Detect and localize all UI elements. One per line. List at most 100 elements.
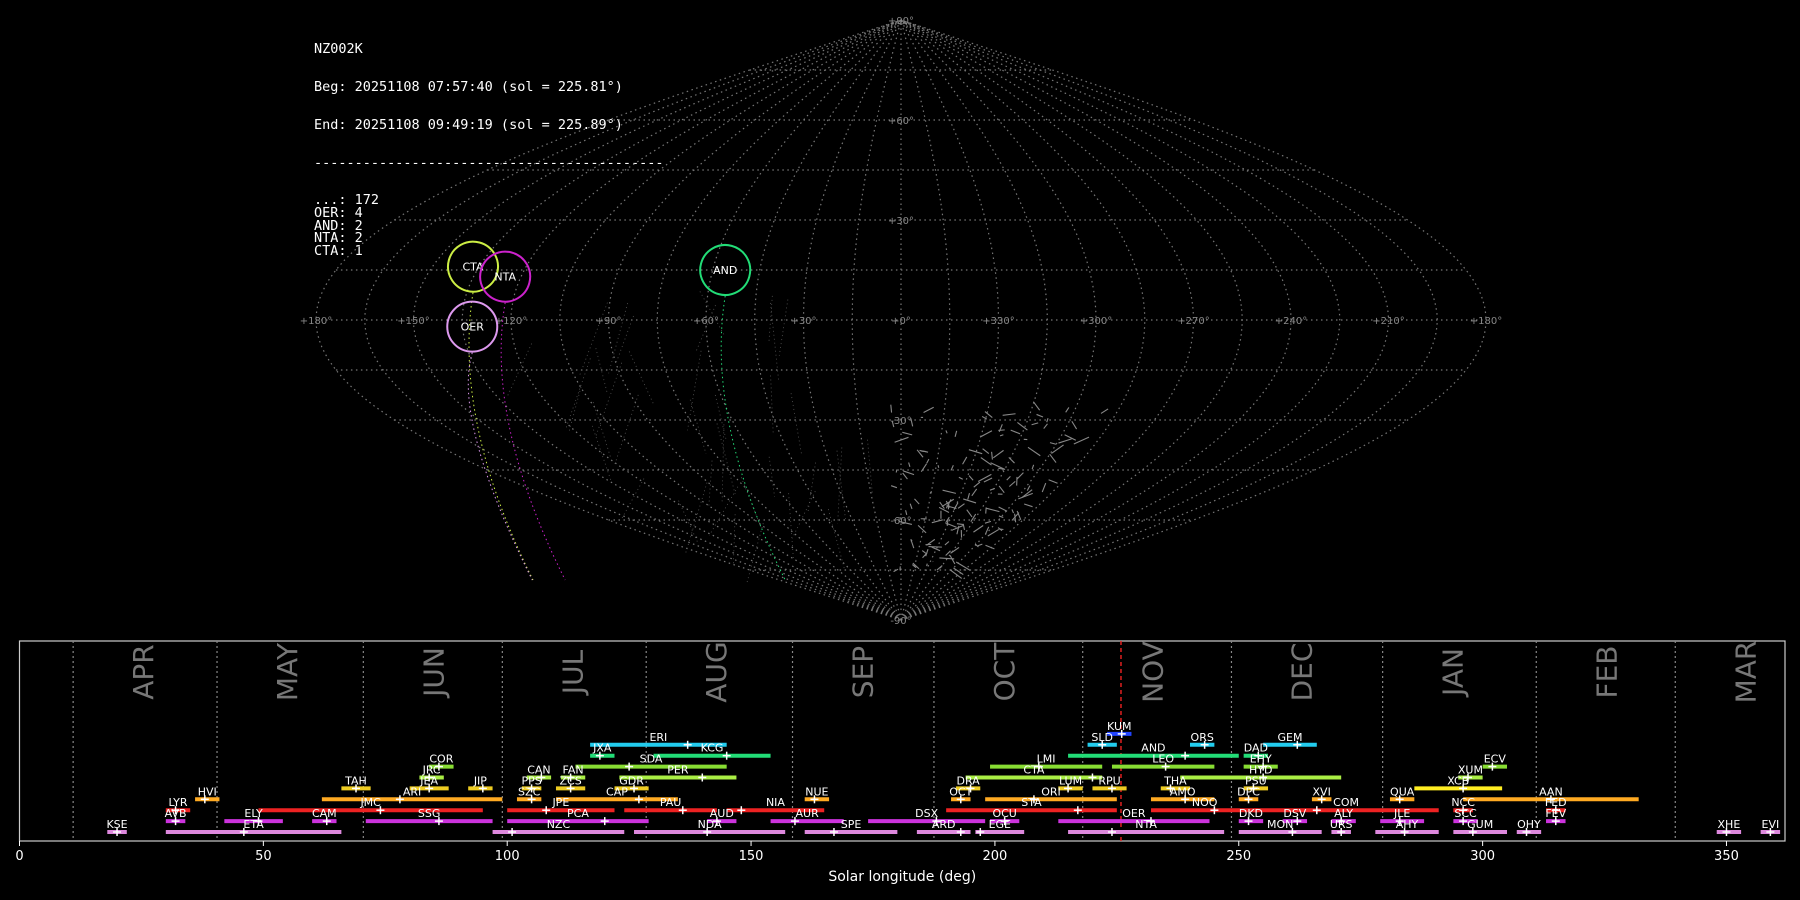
meteor-track bbox=[931, 546, 941, 552]
meteor-track bbox=[1049, 453, 1057, 463]
radiant-trail bbox=[720, 295, 786, 581]
shower-cap: CAP bbox=[555, 785, 678, 804]
meteor-track-projection bbox=[836, 450, 846, 520]
shower-leo: LEO bbox=[1111, 753, 1215, 771]
month-label: SEP bbox=[847, 646, 880, 698]
shower-label: ERI bbox=[649, 731, 667, 744]
shower-label: CAM bbox=[312, 807, 337, 820]
meteor-track-projection bbox=[595, 348, 608, 394]
lat-tick-label: +60° bbox=[888, 116, 914, 127]
sky-map: +180° +150° +120° +90° +60° +30° +0° +330° +300°… bbox=[300, 16, 1502, 627]
meteor-track bbox=[917, 524, 927, 534]
shower-label: PAU bbox=[660, 796, 682, 809]
meteor-track bbox=[1006, 475, 1011, 481]
meteor-track bbox=[1017, 421, 1028, 431]
meteor-track-projection bbox=[684, 482, 708, 556]
shower-label: NDA bbox=[698, 818, 723, 831]
month-label: FEB bbox=[1590, 645, 1623, 698]
meteor-track bbox=[973, 525, 984, 533]
shower-label: AND bbox=[1141, 742, 1165, 755]
shower-label: ECV bbox=[1484, 753, 1507, 766]
meteor-track bbox=[983, 477, 993, 483]
shower-tha: THA bbox=[1160, 774, 1190, 793]
meteor-track-projection bbox=[827, 509, 845, 569]
shower-sld: SLD bbox=[1087, 731, 1117, 749]
shower-label: ORS bbox=[1191, 731, 1214, 744]
shower-label: TAH bbox=[344, 774, 367, 787]
meteor-track bbox=[926, 458, 930, 464]
meteor-track bbox=[1027, 446, 1041, 457]
meteor-track-projection bbox=[579, 302, 608, 377]
month-label: DEC bbox=[1285, 643, 1318, 702]
shower-label: KSE bbox=[106, 818, 127, 831]
shower-dpc: DPC bbox=[1237, 785, 1260, 804]
shower-label: ELY bbox=[244, 807, 263, 820]
shower-ehy: EHY bbox=[1243, 753, 1278, 771]
shower-ors: ORS bbox=[1189, 731, 1215, 749]
radiant-label: AND bbox=[713, 264, 737, 277]
shower-label: EVI bbox=[1762, 818, 1780, 831]
meteor-track bbox=[921, 550, 928, 555]
meteor-track bbox=[903, 470, 915, 476]
shower-urs: URS bbox=[1330, 818, 1353, 836]
shower-label: XUM bbox=[1458, 764, 1483, 777]
radiant-cta: CTA bbox=[446, 240, 534, 581]
meteor-track bbox=[920, 463, 928, 473]
month-label: AUG bbox=[700, 641, 733, 702]
shower-spe: SPE bbox=[804, 818, 898, 836]
meteor-track bbox=[999, 528, 1004, 531]
shower-label: LMI bbox=[1037, 753, 1056, 766]
shower-label: SZC bbox=[518, 785, 541, 798]
lon-tick-label: +150° bbox=[397, 316, 429, 327]
shower-amo: AMO bbox=[1150, 785, 1215, 804]
shower-ori: ORI bbox=[985, 785, 1117, 804]
shower-fev: FEV bbox=[1545, 807, 1567, 826]
shower-evi: EVI bbox=[1760, 818, 1781, 836]
shower-xcb: XCB bbox=[1414, 774, 1503, 793]
meteor-track-projection bbox=[770, 375, 774, 435]
shower-kcg: KCG bbox=[653, 742, 771, 760]
meteor-track bbox=[914, 498, 920, 505]
meteor-track-projection bbox=[568, 387, 582, 434]
meteor-track bbox=[956, 523, 964, 526]
meteor-track-projection bbox=[768, 456, 776, 497]
shower-pau: PAU bbox=[624, 796, 717, 815]
shower-szc: SZC bbox=[516, 785, 542, 804]
meteor-track bbox=[962, 523, 966, 531]
shower-sta: STA bbox=[946, 796, 1117, 815]
shower-label: DKD bbox=[1239, 807, 1263, 820]
shower-scc: SCC bbox=[1453, 807, 1478, 826]
shower-label: RPU bbox=[1098, 774, 1120, 787]
shower-label: CTA bbox=[1023, 764, 1045, 777]
shower-jle: JLE bbox=[1380, 807, 1425, 826]
meteor-track bbox=[967, 492, 971, 500]
meteor-track-projection bbox=[807, 462, 816, 513]
shower-label: JIP bbox=[473, 774, 487, 787]
shower-label: XCB bbox=[1447, 774, 1469, 787]
month-label: JUN bbox=[417, 647, 450, 699]
shower-psu: PSU bbox=[1243, 774, 1269, 793]
meteor-track-projection bbox=[621, 478, 645, 520]
meteor-track bbox=[890, 485, 898, 489]
meteor-track bbox=[1010, 429, 1021, 435]
shower-label: FED bbox=[1545, 796, 1567, 809]
meteor-track bbox=[1021, 489, 1033, 498]
shower-label: NIA bbox=[766, 796, 785, 809]
meteor-track bbox=[945, 430, 948, 434]
shower-ege: EGE bbox=[975, 818, 1025, 836]
shower-label: JLE bbox=[1393, 807, 1410, 820]
shower-jmc: JMC bbox=[258, 796, 483, 815]
shower-label: AUD bbox=[710, 807, 734, 820]
meteor-track-projection bbox=[687, 350, 702, 431]
radiant-nta: NTA bbox=[479, 250, 566, 581]
meteor-track bbox=[1071, 420, 1078, 430]
month-label: NOV bbox=[1137, 641, 1170, 703]
meteor-track-projection bbox=[699, 291, 726, 337]
shower-label: NOO bbox=[1192, 796, 1218, 809]
shower-label: ALY bbox=[1334, 807, 1353, 820]
x-tick-label: 100 bbox=[495, 849, 520, 864]
meteor-track-projection bbox=[591, 425, 613, 483]
meteor-track-projection bbox=[721, 424, 725, 503]
shower-tah: TAH bbox=[341, 774, 371, 793]
meteor-track bbox=[895, 469, 898, 473]
